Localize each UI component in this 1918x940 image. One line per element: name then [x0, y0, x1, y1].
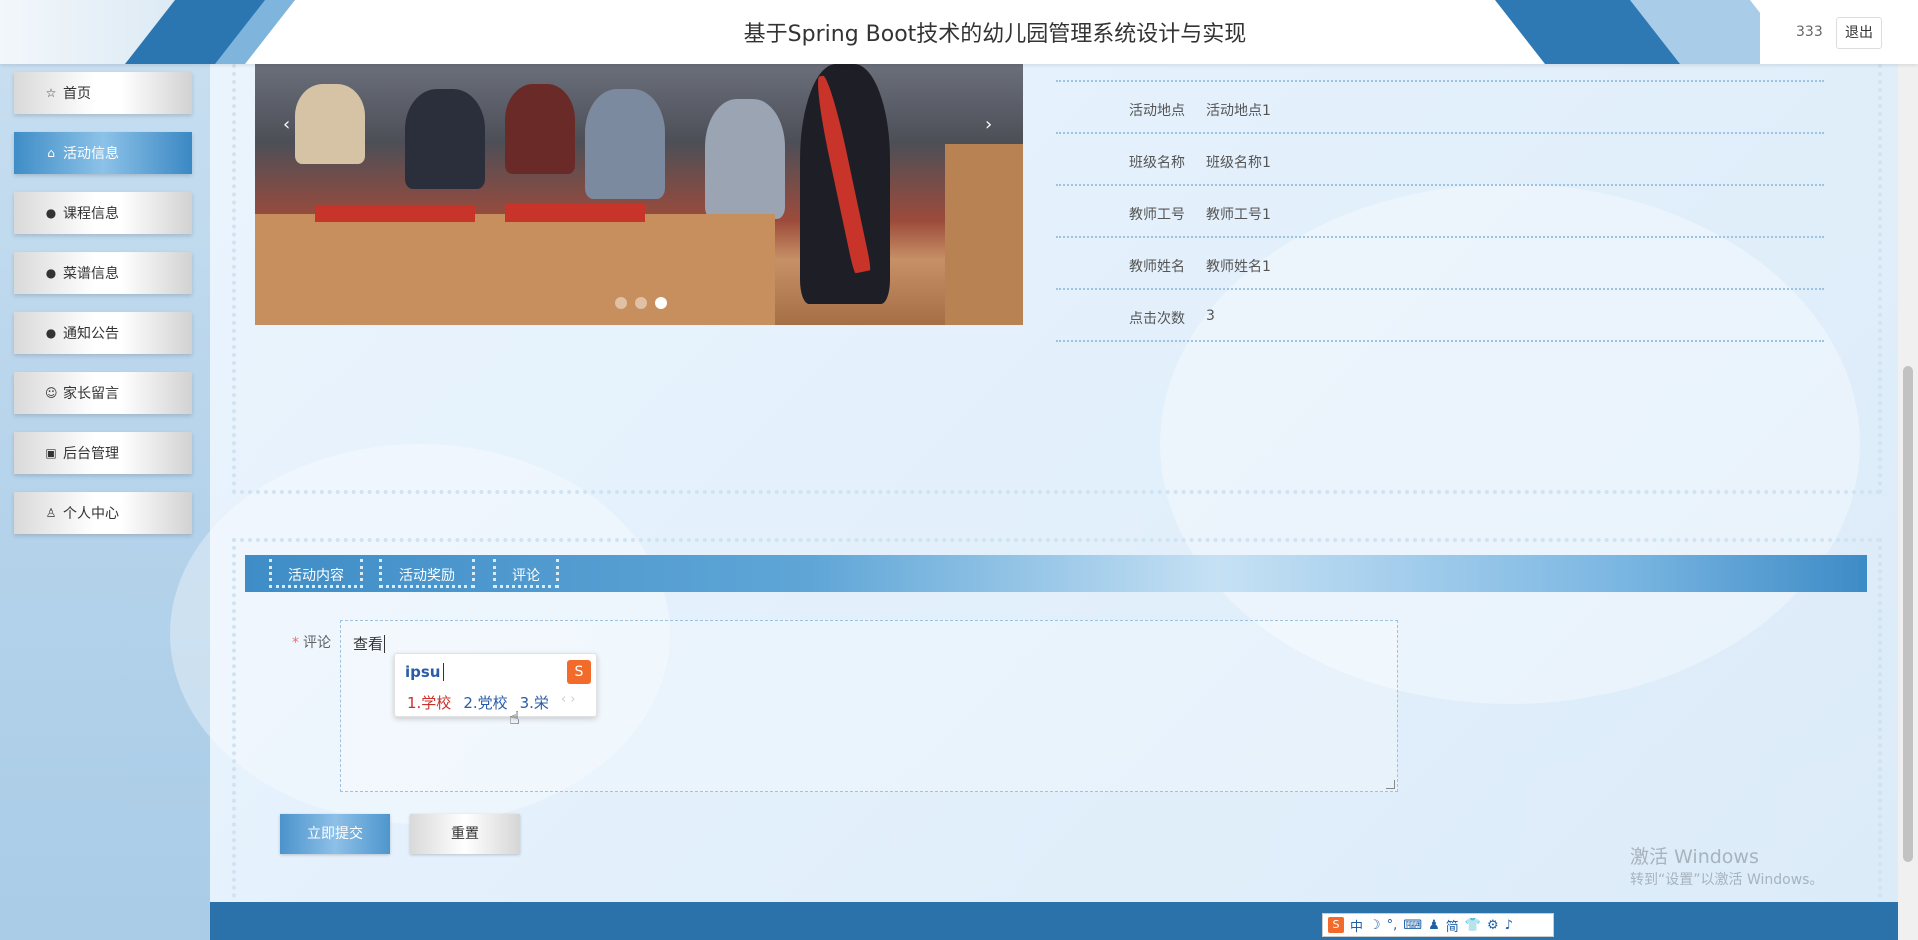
- detail-value: 教师工号1: [1206, 207, 1271, 223]
- sidebar-item-recipe[interactable]: ● 菜谱信息: [14, 252, 192, 294]
- keyboard-icon[interactable]: ⌨: [1403, 918, 1422, 933]
- photo-detail: [505, 84, 575, 174]
- carousel-prev-button[interactable]: ‹: [283, 114, 290, 135]
- chinese-mode-icon[interactable]: 中: [1350, 916, 1363, 935]
- text-caret: [384, 635, 386, 653]
- exclamation-circle-icon: ●: [45, 206, 57, 220]
- skin-icon[interactable]: 👕: [1465, 918, 1481, 933]
- detail-value: 班级名称1: [1206, 155, 1271, 171]
- detail-row: 班级名称 班级名称1: [1056, 134, 1824, 186]
- sidebar-item-admin[interactable]: ▣ 后台管理: [14, 432, 192, 474]
- sidebar-item-label: 后台管理: [63, 446, 119, 462]
- smile-icon: ☺: [45, 386, 58, 400]
- sidebar: ☆ 首页 ⌂ 活动信息 ● 课程信息 ● 菜谱信息 ● 通知公告 ☺ 家长留言 …: [0, 64, 210, 940]
- tab-activity-reward[interactable]: 活动奖励: [379, 559, 475, 588]
- sidebar-item-notice[interactable]: ● 通知公告: [14, 312, 192, 354]
- detail-value: 3: [1206, 308, 1215, 324]
- sidebar-item-label: 通知公告: [63, 326, 119, 342]
- required-mark: *: [292, 635, 299, 651]
- carousel-indicators: [615, 297, 667, 309]
- comment-text: 查看: [353, 635, 384, 653]
- detail-row: 教师工号 教师工号1: [1056, 186, 1824, 238]
- photo-detail: [255, 214, 775, 325]
- vertical-scrollbar[interactable]: [1898, 0, 1918, 940]
- question-circle-icon: ●: [45, 266, 57, 280]
- windows-activation-hint: 转到“设置”以激活 Windows。: [1630, 872, 1824, 888]
- photo-detail: [405, 89, 485, 189]
- comment-label: * 评论: [292, 632, 331, 652]
- ime-candidate[interactable]: 1.学校: [407, 692, 451, 713]
- punctuation-icon[interactable]: °,: [1387, 918, 1398, 933]
- username-label: 333: [1796, 24, 1823, 40]
- tab-comment[interactable]: 评论: [493, 559, 559, 588]
- hand-pointer-icon: ☝: [509, 708, 520, 729]
- photo-detail: [505, 204, 645, 222]
- detail-row: 教师姓名 教师姓名1: [1056, 238, 1824, 290]
- settings-icon[interactable]: ⚙: [1487, 918, 1499, 933]
- info-circle-icon: ●: [45, 326, 57, 340]
- sidebar-item-label: 课程信息: [63, 206, 119, 222]
- sidebar-item-home[interactable]: ☆ 首页: [14, 72, 192, 114]
- tab-bar: 活动内容 活动奖励 评论: [245, 555, 1867, 592]
- photo-detail: [945, 144, 1023, 325]
- logout-button[interactable]: 退出: [1836, 17, 1882, 49]
- detail-row: 活动地点 活动地点1: [1056, 82, 1824, 134]
- ime-page-nav-icon[interactable]: ‹ ›: [561, 692, 576, 713]
- sidebar-item-label: 首页: [63, 86, 91, 102]
- detail-row: 点击次数 3: [1056, 290, 1824, 342]
- detail-label: 教师姓名: [1129, 259, 1185, 275]
- sidebar-item-profile[interactable]: ♙ 个人中心: [14, 492, 192, 534]
- carousel-dot[interactable]: [635, 297, 647, 309]
- sogou-logo-icon[interactable]: S: [1328, 917, 1344, 933]
- photo-detail: [315, 206, 475, 222]
- lock-icon: ⌂: [47, 146, 55, 160]
- moon-icon[interactable]: ☽: [1369, 918, 1381, 933]
- page-footer: [210, 902, 1898, 940]
- carousel-dot[interactable]: [615, 297, 627, 309]
- sidebar-item-course[interactable]: ● 课程信息: [14, 192, 192, 234]
- sidebar-item-label: 活动信息: [63, 146, 119, 162]
- reset-button[interactable]: 重置: [410, 814, 520, 854]
- detail-label: 活动地点: [1129, 103, 1185, 119]
- ime-composition-text: ipsu: [405, 663, 441, 681]
- scrollbar-thumb[interactable]: [1903, 366, 1913, 862]
- ime-candidate[interactable]: 2.党校: [463, 692, 507, 713]
- carousel-next-button[interactable]: ›: [985, 114, 992, 135]
- simplified-icon[interactable]: 简: [1446, 916, 1459, 935]
- photo-detail: [705, 99, 785, 219]
- ime-toolbar: S 中 ☽ °, ⌨ ♟ 简 👕 ⚙ ♪: [1322, 913, 1554, 937]
- sidebar-item-activity[interactable]: ⌂ 活动信息: [14, 132, 192, 174]
- ime-candidate-popup: ipsu S 1.学校 2.党校 3.栄 ‹ ›: [394, 653, 597, 717]
- sogou-logo-icon: S: [567, 660, 591, 684]
- detail-label: 教师工号: [1129, 207, 1185, 223]
- user-icon[interactable]: ♟: [1428, 918, 1440, 933]
- tiktok-icon[interactable]: ♪: [1505, 918, 1513, 933]
- image-carousel[interactable]: ‹ ›: [255, 64, 1023, 325]
- detail-value: 教师姓名1: [1206, 259, 1271, 275]
- detail-value: 活动地点1: [1206, 103, 1271, 119]
- sidebar-item-label: 家长留言: [63, 386, 119, 402]
- comment-label-text: 评论: [303, 635, 331, 651]
- photo-detail: [295, 84, 365, 164]
- ime-composition: ipsu: [405, 663, 444, 681]
- tab-activity-content[interactable]: 活动内容: [269, 559, 363, 588]
- ime-candidates: 1.学校 2.党校 3.栄 ‹ ›: [407, 692, 575, 713]
- star-icon: ☆: [45, 86, 57, 100]
- ime-candidate[interactable]: 3.栄: [520, 692, 549, 713]
- page-title: 基于Spring Boot技术的幼儿园管理系统设计与实现: [743, 22, 1247, 47]
- sidebar-item-label: 菜谱信息: [63, 266, 119, 282]
- photo-detail: [585, 89, 665, 199]
- briefcase-icon: ▣: [45, 446, 57, 460]
- sidebar-item-message[interactable]: ☺ 家长留言: [14, 372, 192, 414]
- submit-button[interactable]: 立即提交: [280, 814, 390, 854]
- top-header: 基于Spring Boot技术的幼儿园管理系统设计与实现 333 退出: [0, 0, 1918, 64]
- sidebar-item-label: 个人中心: [63, 506, 119, 522]
- windows-activation-watermark: 激活 Windows: [1630, 846, 1759, 868]
- resize-handle[interactable]: [1386, 780, 1395, 789]
- detail-label: 点击次数: [1129, 311, 1185, 327]
- user-icon: ♙: [45, 506, 57, 520]
- ime-caret: [442, 663, 444, 681]
- detail-label: 班级名称: [1129, 155, 1185, 171]
- carousel-dot-active[interactable]: [655, 297, 667, 309]
